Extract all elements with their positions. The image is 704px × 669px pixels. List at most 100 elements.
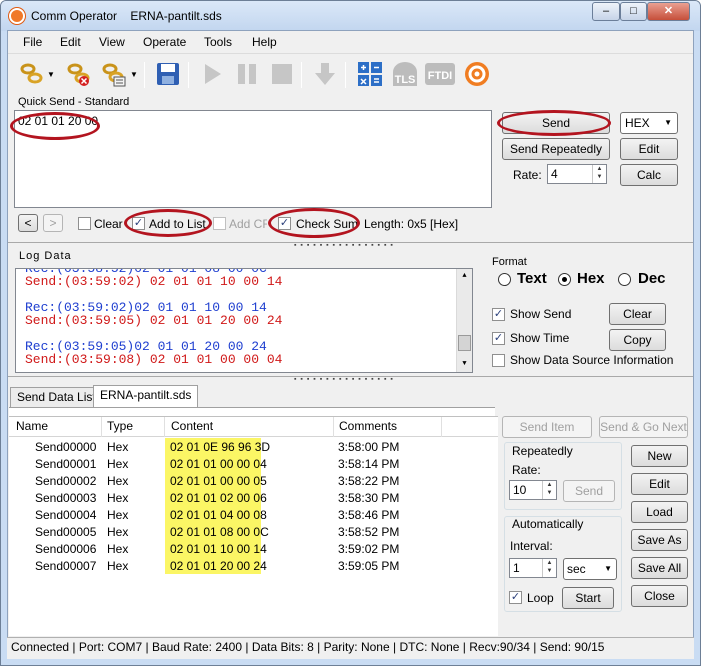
disconnect-icon[interactable] [65, 60, 93, 88]
clear-checkbox[interactable] [78, 217, 91, 230]
maximize-button[interactable]: □ [620, 2, 647, 21]
repeat-send-button[interactable]: Send [563, 480, 615, 502]
table-row[interactable]: Send00001 Hex 02 01 01 00 00 04 3:58:14 PM [9, 455, 499, 472]
tab-send-data-list[interactable]: Send Data List [10, 387, 103, 407]
calculator-icon[interactable] [356, 60, 384, 88]
log-scrollbar[interactable]: ▲ ▼ [456, 269, 472, 372]
quick-send-caption: Quick Send - Standard [18, 96, 130, 108]
save-as-button[interactable]: Save As [631, 529, 688, 551]
text-radio[interactable] [498, 273, 511, 286]
hex-radio[interactable] [558, 273, 571, 286]
interval-unit-select[interactable]: sec ▼ [563, 558, 617, 580]
row-comment: 3:58:00 PM [338, 440, 400, 454]
prev-button[interactable]: < [18, 214, 38, 232]
col-header-type[interactable]: Type [107, 419, 133, 433]
table-row[interactable]: Send00000 Hex 02 01 0E 96 96 3D 3:58:00 PM [9, 438, 499, 455]
row-name: Send00001 [35, 457, 97, 471]
table-row[interactable]: Send00006 Hex 02 01 01 10 00 14 3:59:02 PM [9, 540, 499, 557]
splitter-handle[interactable]: ▪ ▪ ▪ ▪ ▪ ▪ ▪ ▪ ▪ ▪ ▪ ▪ ▪ ▪ ▪ ▪ [8, 242, 693, 249]
settings-dropdown-icon[interactable]: ▼ [129, 60, 139, 88]
download-icon[interactable] [311, 60, 339, 88]
repeat-rate-stepper[interactable]: 10 ▲ ▼ [509, 480, 557, 500]
table-row[interactable]: Send00002 Hex 02 01 01 00 00 05 3:58:22 PM [9, 472, 499, 489]
loop-checkbox[interactable]: ✓ [509, 591, 522, 604]
row-type: Hex [107, 457, 129, 471]
show-send-checkbox[interactable]: ✓ [492, 308, 505, 321]
save-all-button[interactable]: Save All [631, 557, 688, 579]
load-button[interactable]: Load [631, 501, 688, 523]
row-name: Send00004 [35, 508, 97, 522]
add-cr-label: Add CR [229, 217, 267, 231]
menu-tools[interactable]: Tools [204, 35, 232, 49]
pause-icon[interactable] [233, 60, 261, 88]
format-select[interactable]: HEX ▼ [620, 112, 678, 134]
col-header-content[interactable]: Content [171, 419, 213, 433]
scroll-down-icon[interactable]: ▼ [458, 358, 471, 371]
tab-erna-pantilt[interactable]: ERNA-pantilt.sds [93, 385, 199, 407]
stepper-arrows-icon[interactable]: ▲ ▼ [542, 559, 556, 577]
send-data-table: Name Type Content Comments Send00000 Hex 0… [9, 416, 498, 636]
stepper-arrows-icon[interactable]: ▲ ▼ [592, 165, 606, 183]
menu-help[interactable]: Help [252, 35, 277, 49]
next-button[interactable]: > [43, 214, 63, 232]
calc-button[interactable]: Calc [620, 164, 678, 186]
dec-radio[interactable] [618, 273, 631, 286]
text-radio-label: Text [517, 270, 547, 287]
scroll-thumb[interactable] [458, 335, 471, 351]
table-row[interactable]: Send00003 Hex 02 01 01 02 00 06 3:58:30 PM [9, 489, 499, 506]
show-data-source-checkbox[interactable] [492, 354, 505, 367]
table-row[interactable]: Send00004 Hex 02 01 01 04 00 08 3:58:46 PM [9, 506, 499, 523]
menu-edit[interactable]: Edit [60, 35, 81, 49]
start-button[interactable]: Start [562, 587, 614, 609]
row-content: 02 01 01 08 00 0C [170, 525, 269, 539]
minimize-button[interactable]: – [592, 2, 620, 21]
logo-icon[interactable] [463, 60, 491, 88]
show-time-checkbox[interactable]: ✓ [492, 332, 505, 345]
log-copy-button[interactable]: Copy [609, 329, 666, 351]
edit-quick-button[interactable]: Edit [620, 138, 678, 160]
format-caption: Format [492, 256, 527, 268]
stop-icon[interactable] [268, 60, 296, 88]
radio-dot [562, 277, 567, 282]
rate-stepper[interactable]: 4 ▲ ▼ [547, 164, 607, 184]
stepper-arrows-icon[interactable]: ▲ ▼ [542, 481, 556, 499]
interval-stepper[interactable]: 1 ▲ ▼ [509, 558, 557, 578]
add-cr-checkbox[interactable] [213, 217, 226, 230]
ftdi-icon[interactable]: FTDI [424, 60, 456, 88]
row-name: Send00002 [35, 474, 97, 488]
table-row[interactable]: Send00007 Hex 02 01 01 20 00 24 3:59:05 PM [9, 557, 499, 574]
tls-icon[interactable]: TLS [389, 60, 421, 88]
row-name: Send00006 [35, 542, 97, 556]
close-list-button[interactable]: Close [631, 585, 688, 607]
send-item-button[interactable]: Send Item [502, 416, 592, 438]
file-title: ERNA-pantilt.sds [130, 9, 222, 23]
save-icon[interactable] [154, 60, 182, 88]
close-window-button[interactable]: ✕ [647, 2, 690, 21]
settings-icon[interactable] [100, 60, 128, 88]
send-go-next-button[interactable]: Send & Go Next [599, 416, 688, 438]
send-repeatedly-button[interactable]: Send Repeatedly [502, 138, 610, 160]
row-comment: 3:59:05 PM [338, 559, 400, 573]
scroll-up-icon[interactable]: ▲ [458, 270, 471, 283]
menu-view[interactable]: View [99, 35, 125, 49]
edit-item-button[interactable]: Edit [631, 473, 688, 495]
menu-operate[interactable]: Operate [143, 35, 186, 49]
row-name: Send00000 [35, 440, 97, 454]
tab-strip: Send Data List ERNA-pantilt.sds [8, 385, 693, 407]
splitter-handle[interactable]: ▪ ▪ ▪ ▪ ▪ ▪ ▪ ▪ ▪ ▪ ▪ ▪ ▪ ▪ ▪ ▪ [8, 376, 693, 383]
connect-icon[interactable] [18, 60, 46, 88]
log-clear-button[interactable]: Clear [609, 303, 666, 325]
new-button[interactable]: New [631, 445, 688, 467]
col-header-comments[interactable]: Comments [339, 419, 397, 433]
row-type: Hex [107, 440, 129, 454]
menu-file[interactable]: File [23, 35, 42, 49]
table-row[interactable]: Send00005 Hex 02 01 01 08 00 0C 3:58:52 PM [9, 523, 499, 540]
row-content: 02 01 0E 96 96 3D [170, 440, 271, 454]
play-icon[interactable] [198, 60, 226, 88]
toolbar-separator [345, 62, 346, 88]
col-header-name[interactable]: Name [16, 419, 48, 433]
app-title: Comm Operator [31, 9, 118, 23]
connect-dropdown-icon[interactable]: ▼ [46, 60, 56, 88]
hex-radio-label: Hex [577, 270, 605, 287]
row-name: Send00007 [35, 559, 97, 573]
